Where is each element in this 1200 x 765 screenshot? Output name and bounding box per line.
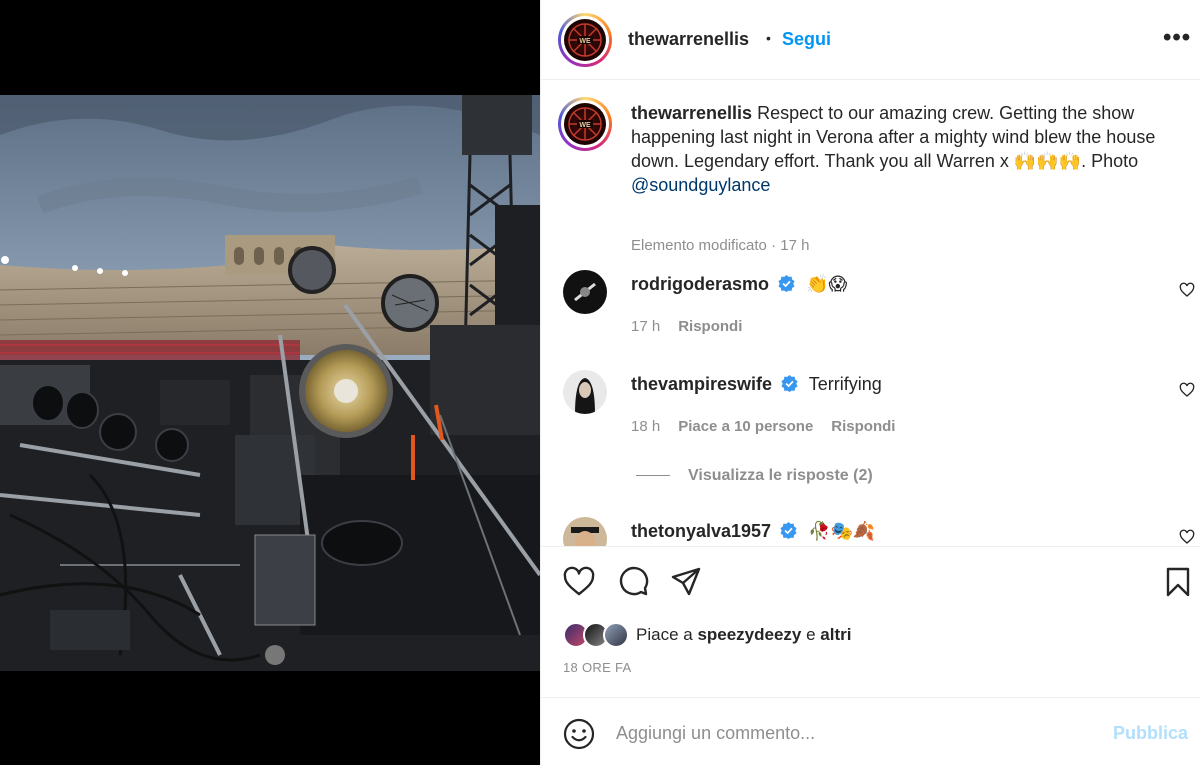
svg-text:WE: WE xyxy=(579,122,591,129)
comment-item: thetonyalva1957 🥀🎭🍂 xyxy=(563,517,1195,546)
post-details-panel: WE thewarrenellis • Segui ••• WE thewarr… xyxy=(540,0,1200,765)
caption-meta: Elemento modificato · 17 h xyxy=(631,237,810,254)
reply-button[interactable]: Rispondi xyxy=(678,318,742,335)
comment-time[interactable]: 18 h xyxy=(631,418,660,435)
comment-line: rodrigoderasmo 👏😱 xyxy=(631,274,847,295)
post-actions: Piace a speezydeezy e altri 18 ORE FA xyxy=(541,548,1200,698)
comment-line: thetonyalva1957 🥀🎭🍂 xyxy=(631,521,875,542)
likes-mid: e xyxy=(801,625,821,644)
comment-time[interactable]: 17 h xyxy=(631,318,660,335)
separator-dot: • xyxy=(766,30,771,46)
comments-list[interactable]: WE thewarrenellis Respect to our amazing… xyxy=(541,81,1200,547)
caption-mention[interactable]: @soundguylance xyxy=(631,175,770,195)
liker-avatar xyxy=(603,622,629,648)
comment-likes-count[interactable]: Piace a 10 persone xyxy=(678,418,813,435)
liker-username[interactable]: speezydeezy xyxy=(697,625,801,644)
likes-prefix: Piace a xyxy=(636,625,698,644)
post-media xyxy=(0,0,540,765)
author-username[interactable]: thewarrenellis xyxy=(628,29,749,50)
verified-icon xyxy=(781,375,798,392)
comment-like-icon[interactable] xyxy=(1179,382,1195,398)
replies-divider xyxy=(636,475,670,477)
comment-icon[interactable] xyxy=(617,566,649,598)
commenter-username[interactable]: thevampireswife xyxy=(631,374,772,394)
commenter-avatar[interactable] xyxy=(563,270,607,314)
comment-meta: 17 h Rispondi xyxy=(631,318,760,335)
publish-button[interactable]: Pubblica xyxy=(1113,723,1188,744)
author-avatar[interactable]: WE xyxy=(558,13,612,67)
likes-text: Piace a speezydeezy e altri xyxy=(636,625,851,645)
commenter-avatar[interactable] xyxy=(563,370,607,414)
follow-button[interactable]: Segui xyxy=(782,29,831,50)
liker-avatars[interactable] xyxy=(563,622,637,648)
emoji-icon[interactable] xyxy=(563,718,595,750)
comment-item: rodrigoderasmo 👏😱 17 h Rispondi xyxy=(563,270,1195,360)
comment-like-icon[interactable] xyxy=(1179,529,1195,545)
heart-icon[interactable] xyxy=(563,566,595,598)
caption-text: thewarrenellis Respect to our amazing cr… xyxy=(631,101,1181,197)
svg-text:WE: WE xyxy=(579,38,591,45)
post-header: WE thewarrenellis • Segui ••• xyxy=(541,0,1200,80)
add-comment-bar: Pubblica xyxy=(541,697,1200,765)
comment-like-icon[interactable] xyxy=(1179,282,1195,298)
caption-username[interactable]: thewarrenellis xyxy=(631,103,752,123)
post-timestamp[interactable]: 18 ORE FA xyxy=(563,660,631,675)
comment-input[interactable] xyxy=(616,718,1086,748)
commenter-avatar[interactable] xyxy=(563,517,607,546)
comment-text: 🥀🎭🍂 xyxy=(808,521,876,541)
comment-text: 👏😱 xyxy=(806,274,848,294)
comment-line: thevampireswife Terrifying xyxy=(631,374,882,395)
view-replies-button[interactable]: Visualizza le risposte (2) xyxy=(636,467,873,485)
share-icon[interactable] xyxy=(670,566,702,598)
verified-icon xyxy=(780,522,797,539)
reply-button[interactable]: Rispondi xyxy=(831,418,895,435)
verified-icon xyxy=(778,275,795,292)
likes-others[interactable]: altri xyxy=(820,625,851,644)
commenter-username[interactable]: rodrigoderasmo xyxy=(631,274,769,294)
comment-item: thevampireswife Terrifying 18 h Piace a 1… xyxy=(563,370,1195,460)
comment-meta: 18 h Piace a 10 persone Rispondi xyxy=(631,418,913,435)
caption-avatar[interactable]: WE xyxy=(558,97,612,151)
commenter-username[interactable]: thetonyalva1957 xyxy=(631,521,771,541)
view-replies-label: Visualizza le risposte (2) xyxy=(688,467,873,484)
post-photo[interactable] xyxy=(0,95,540,671)
more-icon[interactable]: ••• xyxy=(1163,24,1191,52)
bookmark-icon[interactable] xyxy=(1162,566,1194,598)
comment-text: Terrifying xyxy=(808,374,882,394)
